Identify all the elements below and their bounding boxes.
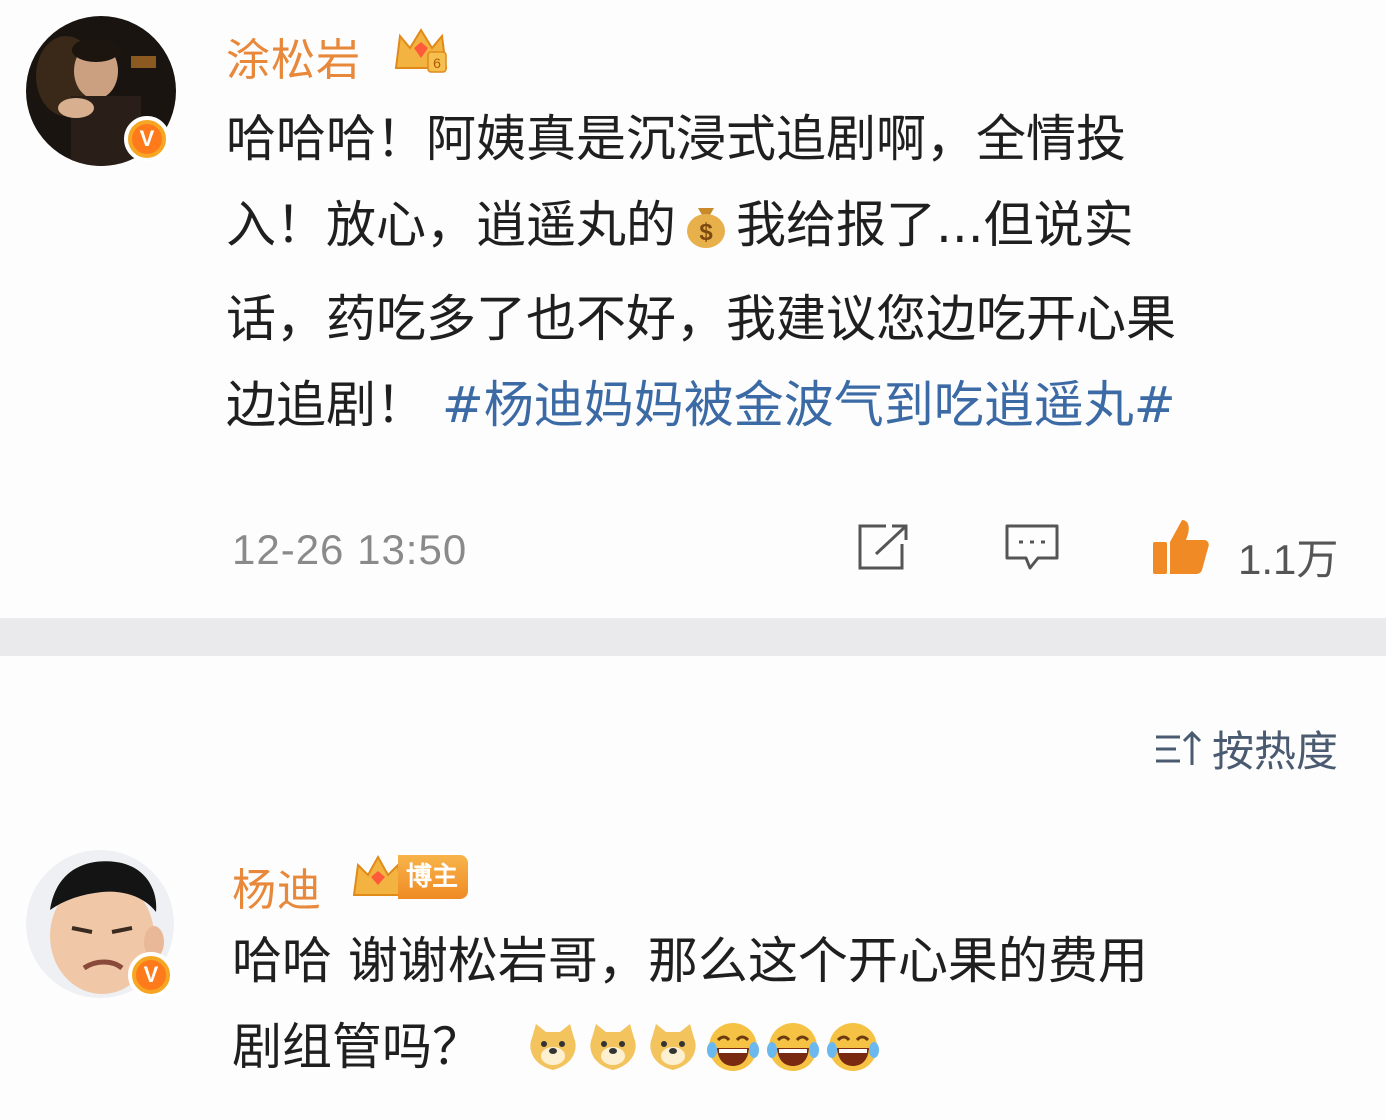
laugh-cry-emoji-icon bbox=[706, 1014, 760, 1071]
share-button[interactable] bbox=[856, 522, 910, 576]
post-timestamp: 12-26 13:50 bbox=[232, 526, 468, 573]
section-divider bbox=[0, 618, 1386, 656]
sort-label: 按热度 bbox=[1211, 727, 1338, 776]
sort-icon bbox=[1155, 730, 1202, 765]
post-username[interactable]: 涂松岩 bbox=[226, 24, 361, 88]
doge-emoji-icon bbox=[646, 1014, 700, 1070]
verified-icon: V bbox=[128, 952, 174, 998]
like-icon bbox=[1153, 520, 1209, 574]
weibo-post: V 涂松岩 6 哈哈哈！阿姨真是沉浸式追剧啊，全情投 入！放心，逍遥丸的 $ 我给报… bbox=[0, 0, 1386, 618]
laugh-cry-emoji-icon bbox=[766, 1014, 820, 1071]
like-button[interactable] bbox=[1150, 516, 1212, 582]
verified-icon: V bbox=[124, 116, 170, 162]
comment-line-2: 剧组管吗？ bbox=[232, 1004, 1148, 1090]
hashtag-link[interactable]: #杨迪妈妈被金波气到吃逍遥丸# bbox=[442, 376, 1176, 434]
money-bag-icon: $ bbox=[680, 190, 732, 276]
post-line-2: 入！放心，逍遥丸的 $ 我给报了...但说实 bbox=[226, 182, 1176, 276]
crown-level-icon: 6 bbox=[392, 22, 450, 82]
svg-text:$: $ bbox=[699, 219, 713, 246]
post-line-4: 边追剧！ #杨迪妈妈被金波气到吃逍遥丸# bbox=[226, 376, 1176, 434]
comment-button[interactable] bbox=[1004, 522, 1060, 578]
post-line-1: 哈哈哈！阿姨真是沉浸式追剧啊，全情投 bbox=[226, 110, 1126, 168]
laugh-cry-emoji-icon bbox=[826, 1014, 880, 1071]
sort-by-hot-button[interactable]: 按热度 bbox=[1154, 718, 1338, 779]
comment-line-1: 哈哈 谢谢松岩哥，那么这个开心果的费用 bbox=[232, 932, 1148, 990]
svg-text:6: 6 bbox=[433, 55, 441, 71]
comment-body: 哈哈 谢谢松岩哥，那么这个开心果的费用 剧组管吗？ bbox=[232, 918, 1148, 1090]
doge-emoji-icon bbox=[586, 1014, 640, 1070]
doge-emoji-icon bbox=[526, 1014, 580, 1070]
commenter-avatar[interactable]: V bbox=[26, 850, 174, 998]
post-body: 哈哈哈！阿姨真是沉浸式追剧啊，全情投 入！放心，逍遥丸的 $ 我给报了...但说实 … bbox=[226, 96, 1176, 448]
comment-item: V 杨迪 博主 哈哈 谢谢松岩哥，那么这个开心果的费用 剧组管吗？ bbox=[0, 806, 1386, 1120]
commenter-username[interactable]: 杨迪 bbox=[232, 854, 322, 918]
share-icon bbox=[858, 524, 908, 570]
post-line-3: 话，药吃多了也不好，我建议您边吃开心果 bbox=[226, 290, 1176, 348]
blogger-badge: 博主 bbox=[350, 851, 469, 903]
user-avatar[interactable]: V bbox=[26, 16, 176, 166]
comment-sort-bar: 按热度 bbox=[0, 656, 1386, 806]
comment-icon bbox=[1005, 524, 1059, 570]
blogger-badge-label: 博主 bbox=[398, 855, 469, 899]
like-count: 1.1万 bbox=[1238, 536, 1339, 583]
